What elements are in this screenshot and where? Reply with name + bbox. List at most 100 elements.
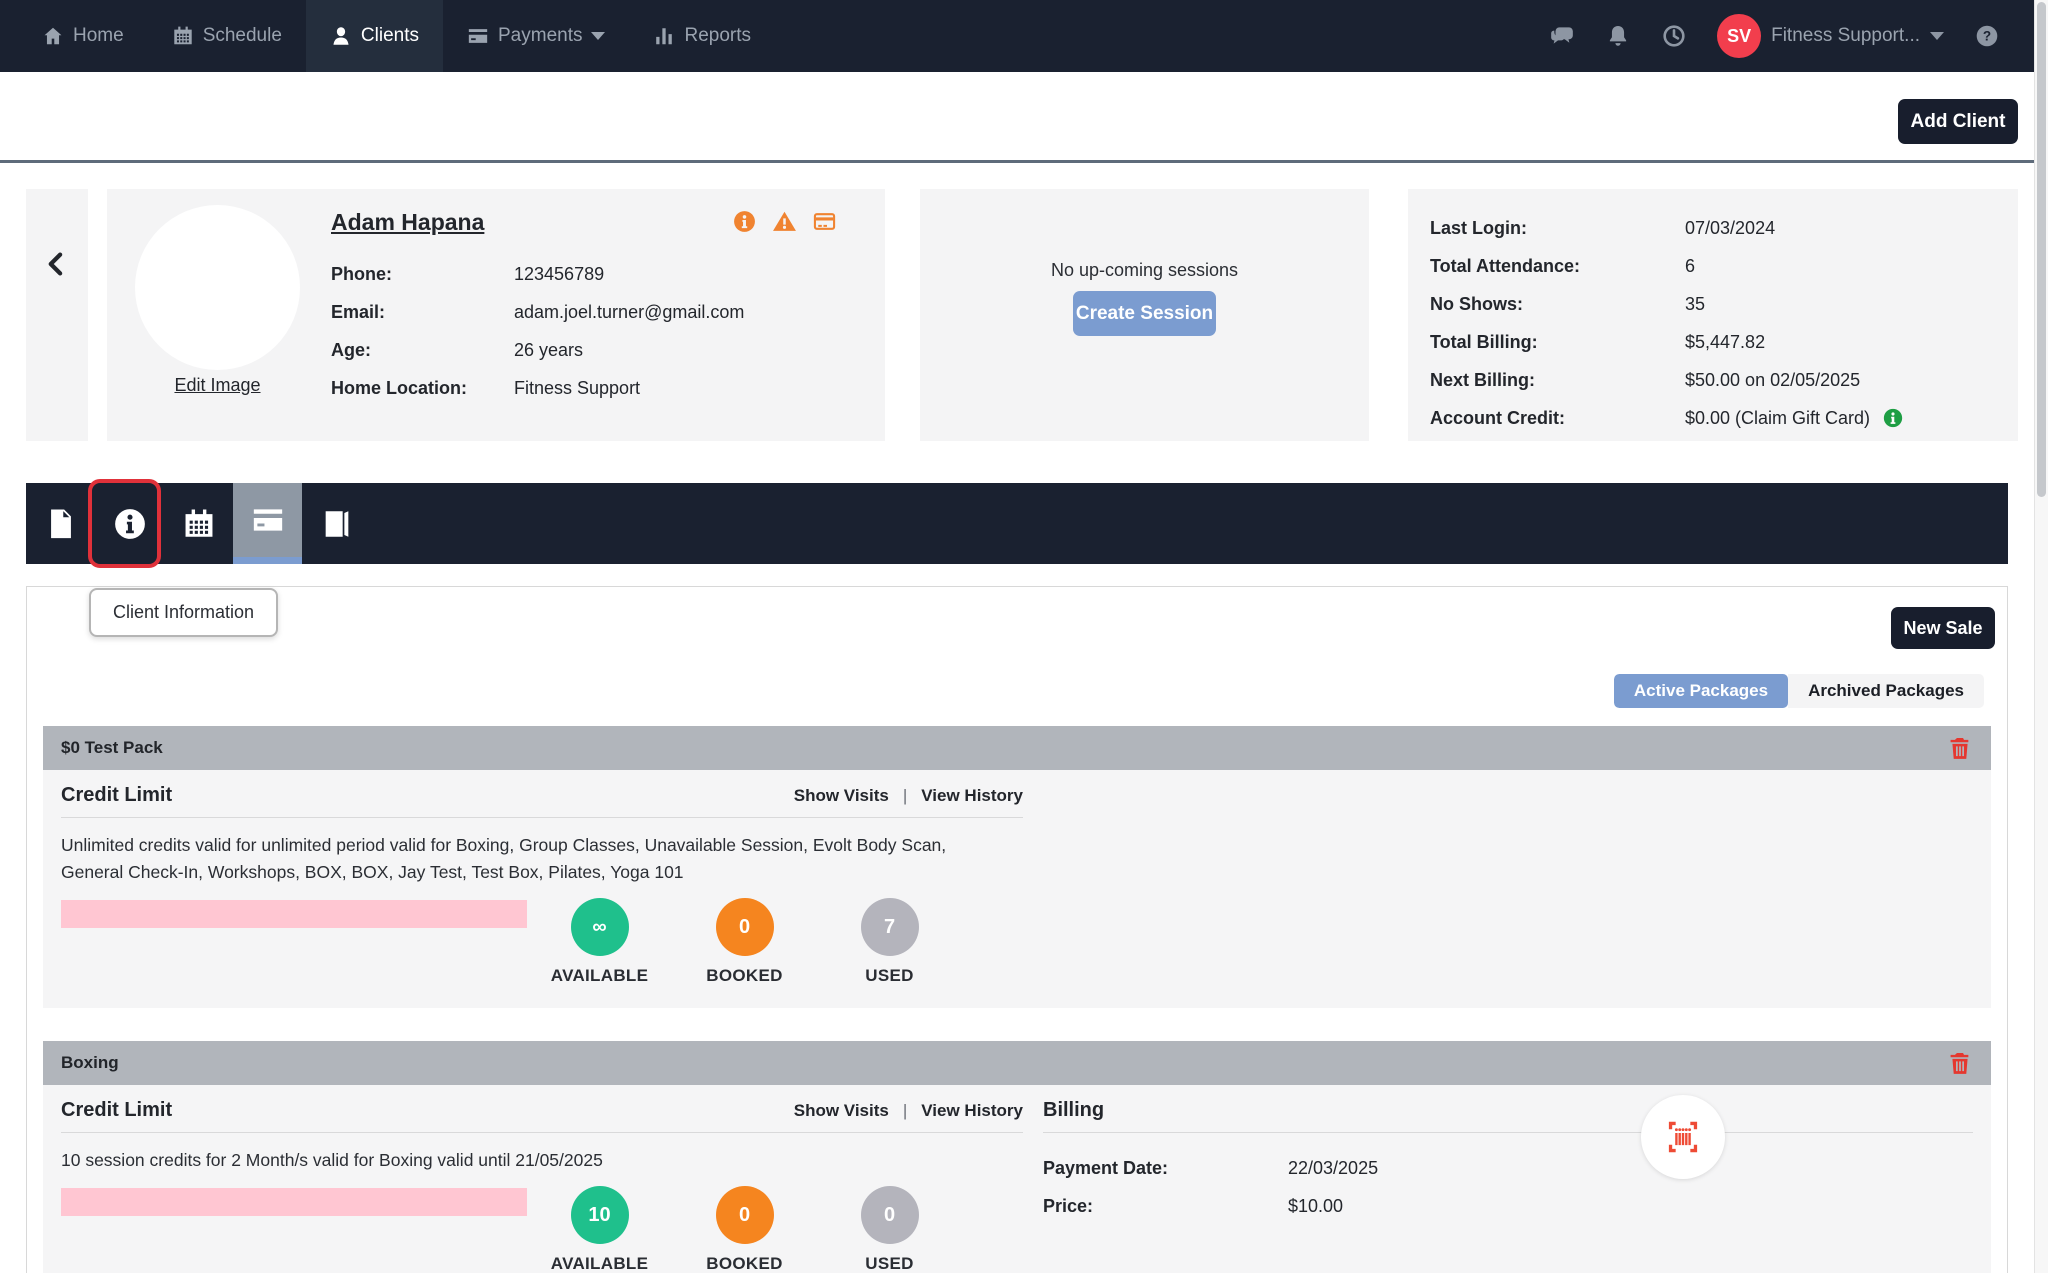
back-button[interactable] — [26, 189, 88, 441]
field-label: Email: — [331, 301, 386, 322]
available-label: AVAILABLE — [550, 1254, 649, 1273]
edit-image-link[interactable]: Edit Image — [135, 375, 300, 396]
view-history-link[interactable]: View History — [921, 786, 1023, 806]
book-icon — [325, 510, 348, 537]
column-divider — [61, 1132, 1023, 1133]
billing-value: $10.00 — [1288, 1195, 1344, 1216]
used-badge: 7 — [860, 898, 919, 956]
credits-visual-row: 10 AVAILABLE 0 BOOKED 0 USED — [61, 1186, 1023, 1273]
billing-price: Price: $10.00 — [1043, 1187, 1973, 1225]
field-label: Phone: — [331, 263, 392, 284]
person-icon — [333, 27, 349, 45]
billing-label: Payment Date: — [1043, 1157, 1169, 1178]
tab-documents[interactable] — [26, 483, 95, 564]
credit-card-icon — [253, 509, 282, 531]
nav-menu: Home Schedule Clients Payments Reports — [18, 0, 775, 72]
barcode-icon — [1668, 1121, 1698, 1153]
stat-value: 07/03/2024 — [1685, 217, 1776, 238]
calendar-icon — [173, 26, 192, 45]
info-circle-icon[interactable] — [732, 209, 757, 234]
warning-triangle-icon[interactable] — [772, 209, 797, 234]
tab-packages-billing[interactable] — [233, 483, 302, 564]
profile-row: Edit Image Adam Hapana Phone: 123456789 … — [26, 189, 2018, 441]
package-body: Credit Limit Show Visits | View History … — [43, 770, 1991, 1008]
barcode-badge[interactable] — [1641, 1095, 1725, 1179]
bell-icon[interactable] — [1605, 23, 1631, 49]
packages-filter-toggle: Active Packages Archived Packages — [1613, 674, 1984, 708]
clock-icon[interactable] — [1661, 23, 1687, 49]
create-session-button[interactable]: Create Session — [1073, 291, 1216, 336]
card-alert-icon[interactable] — [812, 209, 837, 234]
tab-tooltip: Client Information — [89, 588, 279, 637]
stat-label: Account Credit: — [1430, 407, 1565, 428]
client-stats-card: Last Login: 07/03/2024 Total Attendance:… — [1408, 189, 2018, 441]
stat-account-credit: Account Credit: $0.00 (Claim Gift Card) — [1430, 399, 2018, 437]
client-profile-page: Home Schedule Clients Payments Reports S… — [0, 0, 2048, 1273]
delete-package-icon[interactable] — [1947, 1050, 1973, 1076]
credit-limit-column: Credit Limit Show Visits | View History … — [61, 1099, 1023, 1273]
packages-gap — [43, 1008, 1991, 1041]
nav-utilities: SV Fitness Support... ? — [1549, 0, 2048, 72]
nav-item-home[interactable]: Home — [18, 0, 148, 72]
info-icon — [114, 508, 145, 539]
field-value: 26 years — [514, 339, 584, 360]
delete-package-icon[interactable] — [1947, 735, 1973, 761]
chat-icon[interactable] — [1549, 23, 1575, 49]
credits-visual-row: ∞ AVAILABLE 0 BOOKED 7 USED — [61, 898, 1023, 986]
column-divider — [1043, 1132, 1973, 1133]
nav-item-label: Home — [73, 25, 124, 46]
help-icon[interactable]: ? — [1974, 23, 2000, 49]
nav-item-schedule[interactable]: Schedule — [148, 0, 306, 72]
archived-packages-tab[interactable]: Archived Packages — [1788, 674, 1984, 708]
package-body: Credit Limit Show Visits | View History … — [43, 1085, 1991, 1273]
client-fields: Phone: 123456789 Email: adam.joel.turner… — [331, 255, 744, 407]
stat-value: $50.00 on 02/05/2025 — [1685, 369, 1861, 390]
stat-label: Last Login: — [1430, 217, 1527, 238]
top-nav: Home Schedule Clients Payments Reports S… — [0, 0, 2048, 72]
header-divider — [0, 160, 2034, 163]
booked-count: 0 BOOKED — [672, 898, 817, 986]
active-packages-tab[interactable]: Active Packages — [1613, 674, 1789, 708]
nav-item-clients[interactable]: Clients — [305, 0, 443, 72]
credits-progress-bar — [61, 900, 527, 928]
available-count: 10 AVAILABLE — [527, 1186, 672, 1273]
account-menu[interactable]: SV Fitness Support... — [1717, 14, 1944, 58]
link-separator: | — [902, 1101, 908, 1120]
tab-client-information[interactable] — [95, 483, 164, 564]
tab-notes[interactable] — [302, 483, 371, 564]
home-icon — [44, 27, 62, 45]
billing-title: Billing — [1043, 1099, 1105, 1121]
no-sessions-message: No up-coming sessions — [1050, 260, 1239, 280]
stat-label: Next Billing: — [1430, 369, 1536, 390]
add-client-button[interactable]: Add Client — [1898, 99, 2018, 144]
stat-value: $5,447.82 — [1685, 331, 1766, 352]
field-home-location: Home Location: Fitness Support — [331, 369, 744, 407]
stat-value: $0.00 (Claim Gift Card) — [1685, 407, 1871, 428]
booked-badge: 0 — [715, 898, 774, 956]
nav-item-payments[interactable]: Payments — [443, 0, 629, 72]
calendar-icon — [185, 509, 212, 537]
credit-limit-title: Credit Limit — [61, 1099, 173, 1121]
svg-text:?: ? — [1983, 29, 1991, 44]
available-badge: ∞ — [570, 898, 629, 956]
nav-item-reports[interactable]: Reports — [629, 0, 775, 72]
view-history-link[interactable]: View History — [921, 1101, 1023, 1121]
show-visits-link[interactable]: Show Visits — [794, 786, 889, 806]
used-badge: 0 — [860, 1186, 919, 1244]
gift-card-info-icon[interactable] — [1882, 407, 1904, 429]
avatar: SV — [1717, 14, 1762, 58]
tab-schedule[interactable] — [164, 483, 233, 564]
link-separator: | — [902, 786, 908, 805]
available-label: AVAILABLE — [550, 966, 649, 985]
new-sale-button[interactable]: New Sale — [1891, 607, 1995, 649]
field-label: Home Location: — [331, 377, 468, 398]
stat-label: Total Attendance: — [1430, 255, 1581, 276]
billing-label: Price: — [1043, 1195, 1094, 1216]
billing-column-empty — [1043, 784, 1973, 986]
chevron-left-icon — [48, 252, 63, 276]
scrollbar-thumb[interactable] — [2037, 2, 2046, 497]
client-name-link[interactable]: Adam Hapana — [331, 209, 484, 236]
booked-badge: 0 — [715, 1186, 774, 1244]
billing-payment-date: Payment Date: 22/03/2025 — [1043, 1149, 1973, 1187]
show-visits-link[interactable]: Show Visits — [794, 1101, 889, 1121]
